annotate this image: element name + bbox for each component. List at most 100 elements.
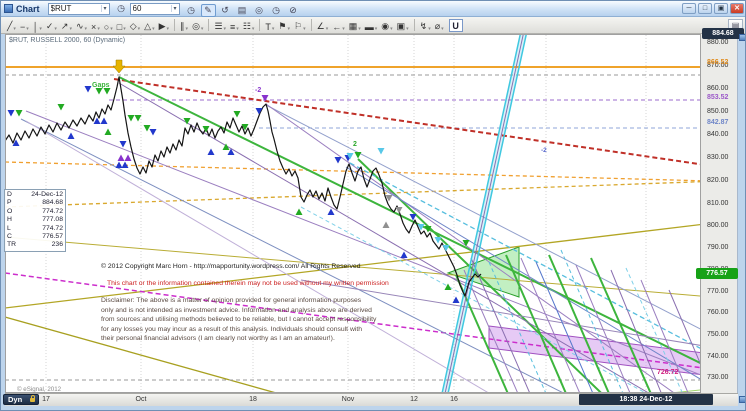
drawing-tool-0-6[interactable]: ×▾ bbox=[90, 18, 101, 32]
maximize-button[interactable]: ▣ bbox=[714, 3, 728, 14]
link-button[interactable]: ⊘ bbox=[286, 4, 301, 17]
drawing-tool-groups: ╱▾−▾│▾✓▾↗▾∿▾×▾○▾□▾◇▾△▾▶▾∥▾◎▾☰▾≡▾☷▾T▾⚑▾⚐▾… bbox=[5, 18, 446, 32]
symbol-input[interactable] bbox=[49, 4, 101, 14]
info-value: 884.68 bbox=[42, 199, 63, 207]
minimize-button[interactable]: ─ bbox=[682, 3, 696, 14]
tool-caret-icon: ▾ bbox=[69, 26, 72, 32]
tool-caret-icon: ▾ bbox=[138, 26, 141, 32]
tool-caret-icon: ▾ bbox=[441, 26, 444, 32]
restore-button[interactable]: □ bbox=[698, 3, 712, 14]
drawing-tool-0-5[interactable]: ∿▾ bbox=[75, 18, 88, 32]
price-tick: 860.00 bbox=[707, 85, 728, 92]
symbol-lookup-button[interactable]: ◷ bbox=[114, 2, 129, 15]
info-key: C bbox=[7, 233, 12, 241]
level-726-label: 726.72 bbox=[657, 369, 678, 376]
interval-clock-button[interactable]: ◷ bbox=[184, 4, 199, 17]
interval-input[interactable] bbox=[131, 4, 171, 14]
info-row: O774.72 bbox=[7, 208, 63, 216]
drawing-tool-1-1[interactable]: ◎▾ bbox=[191, 18, 204, 32]
drawing-tool-4-1[interactable]: ←▾ bbox=[331, 18, 346, 32]
symbol-dropdown-icon[interactable]: ▾ bbox=[101, 5, 109, 12]
tool-icon: ○ bbox=[104, 22, 109, 32]
toolbar-separator bbox=[414, 19, 415, 31]
tool-icon: ∠ bbox=[317, 21, 325, 32]
drawing-tool-4-3[interactable]: ▬▾ bbox=[364, 18, 379, 32]
price-axis[interactable]: 880.00870.00860.00850.00840.00830.00820.… bbox=[701, 34, 738, 393]
drawing-tool-4-0[interactable]: ∠▾ bbox=[316, 18, 330, 32]
draw-mode-button[interactable]: ✎ bbox=[201, 4, 216, 17]
drawing-tool-0-4[interactable]: ↗▾ bbox=[60, 18, 73, 32]
price-tick: 800.00 bbox=[707, 222, 728, 229]
tool-caret-icon: ▾ bbox=[201, 26, 204, 32]
info-key: H bbox=[7, 216, 12, 224]
dyn-mode-button[interactable]: Dyn bbox=[3, 394, 39, 405]
tool-icon: ↗ bbox=[61, 21, 69, 32]
tool-caret-icon: ▾ bbox=[272, 26, 275, 32]
price-tick: 750.00 bbox=[707, 331, 728, 338]
timestamp-label: 18:38 24-Dec-12 bbox=[579, 394, 713, 405]
tool-icon: ▶ bbox=[159, 21, 166, 32]
info-value: 24-Dec-12 bbox=[31, 191, 63, 199]
tool-caret-icon: ▾ bbox=[303, 26, 306, 32]
drawing-tool-3-1[interactable]: ⚑▾ bbox=[277, 18, 291, 32]
price-tick: 840.00 bbox=[707, 131, 728, 138]
level-price-label: 866.52 bbox=[707, 59, 728, 66]
notes-button[interactable]: ▤ bbox=[235, 4, 250, 17]
tool-icon: ≡ bbox=[230, 22, 235, 32]
drawing-tool-0-10[interactable]: △▾ bbox=[143, 18, 155, 32]
drawing-tool-0-2[interactable]: │▾ bbox=[32, 18, 43, 32]
drawing-tool-0-9[interactable]: ◇▾ bbox=[129, 18, 141, 32]
drawing-tool-0-11[interactable]: ▶▾ bbox=[158, 18, 170, 32]
drawing-tool-4-2[interactable]: ▦▾ bbox=[348, 18, 362, 32]
drawing-tool-3-0[interactable]: T▾ bbox=[264, 18, 275, 32]
chart-title: $RUT, RUSSELL 2000, 60 (Dynamic) bbox=[9, 37, 125, 44]
toolbar-separator bbox=[259, 19, 260, 31]
interval-dropdown-icon[interactable]: ▾ bbox=[171, 5, 179, 12]
tool-caret-icon: ▾ bbox=[288, 26, 291, 32]
info-key: TR bbox=[7, 241, 16, 249]
tool-caret-icon: ▾ bbox=[342, 26, 345, 32]
toolbar-separator bbox=[311, 19, 312, 31]
target-button[interactable]: ◎ bbox=[252, 4, 267, 17]
drawing-tool-0-8[interactable]: □▾ bbox=[116, 18, 127, 32]
drawing-tool-2-1[interactable]: ≡▾ bbox=[229, 18, 240, 32]
tool-caret-icon: ▾ bbox=[152, 26, 155, 32]
close-button[interactable]: ✕ bbox=[730, 3, 744, 14]
tool-caret-icon: ▾ bbox=[13, 26, 16, 32]
tool-caret-icon: ▾ bbox=[236, 26, 239, 32]
dyn-label: Dyn bbox=[8, 395, 22, 404]
drawing-tool-0-1[interactable]: −▾ bbox=[19, 18, 30, 32]
tool-caret-icon: ▾ bbox=[39, 26, 42, 32]
session-clock-button[interactable]: ◷ bbox=[269, 4, 284, 17]
drawing-tool-0-3[interactable]: ✓▾ bbox=[45, 18, 58, 32]
info-key: L bbox=[7, 225, 11, 233]
tool-caret-icon: ▾ bbox=[97, 26, 100, 32]
permission-line: This chart or the information contained … bbox=[107, 280, 389, 287]
drawing-tool-2-0[interactable]: ☰▾ bbox=[213, 18, 227, 32]
tool-icon: ▬ bbox=[365, 22, 374, 32]
drawing-tool-0-0[interactable]: ╱▾ bbox=[6, 18, 17, 32]
drawing-tool-4-5[interactable]: ▣▾ bbox=[396, 18, 410, 32]
tool-icon: ∿ bbox=[76, 21, 84, 32]
undo-button[interactable]: ↺ bbox=[218, 4, 233, 17]
scroll-up-button[interactable] bbox=[739, 34, 746, 41]
drawing-tool-1-0[interactable]: ∥▾ bbox=[179, 18, 189, 32]
tool-caret-icon: ▾ bbox=[26, 26, 29, 32]
toolbar-separator bbox=[174, 19, 175, 31]
tool-caret-icon: ▾ bbox=[252, 26, 255, 32]
price-tick: 770.00 bbox=[707, 288, 728, 295]
drawing-tool-4-4[interactable]: ◉▾ bbox=[380, 18, 393, 32]
underline-button[interactable]: U bbox=[449, 19, 463, 32]
drawing-tool-5-1[interactable]: ⌀▾ bbox=[434, 18, 445, 32]
drawing-tool-2-2[interactable]: ☷▾ bbox=[242, 18, 256, 32]
tool-caret-icon: ▾ bbox=[186, 26, 189, 32]
drawing-tool-0-7[interactable]: ○▾ bbox=[103, 18, 114, 32]
interval-input-wrap: ▾ bbox=[130, 3, 180, 15]
tool-icon: × bbox=[91, 22, 96, 32]
tool-icon: □ bbox=[117, 22, 122, 32]
drawing-tool-3-2[interactable]: ⚐▾ bbox=[293, 18, 307, 32]
drawing-tool-5-0[interactable]: ↯▾ bbox=[419, 18, 432, 32]
tool-caret-icon: ▾ bbox=[390, 26, 393, 32]
quote-info-box: D24-Dec-12P884.68O774.72H777.08L774.72C7… bbox=[4, 189, 66, 252]
scroll-down-button[interactable] bbox=[739, 396, 746, 403]
